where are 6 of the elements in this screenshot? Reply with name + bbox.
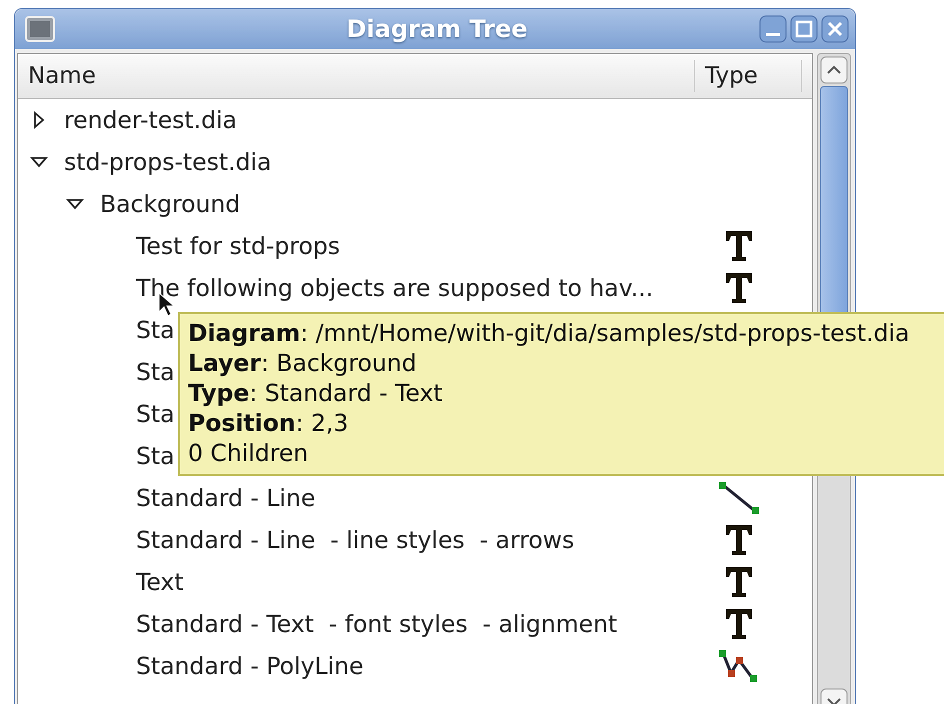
tooltip-line: Type: Standard - Text bbox=[188, 378, 443, 408]
tooltip-line: Layer: Background bbox=[188, 348, 417, 378]
tooltip-line: Position: 2,3 bbox=[188, 408, 348, 438]
tooltip-line: Diagram: /mnt/Home/with-git/dia/samples/std-props-test.dia bbox=[188, 318, 910, 348]
tooltip-line: 0 Children bbox=[188, 438, 308, 468]
window-title: Diagram Tree bbox=[345, 15, 529, 43]
